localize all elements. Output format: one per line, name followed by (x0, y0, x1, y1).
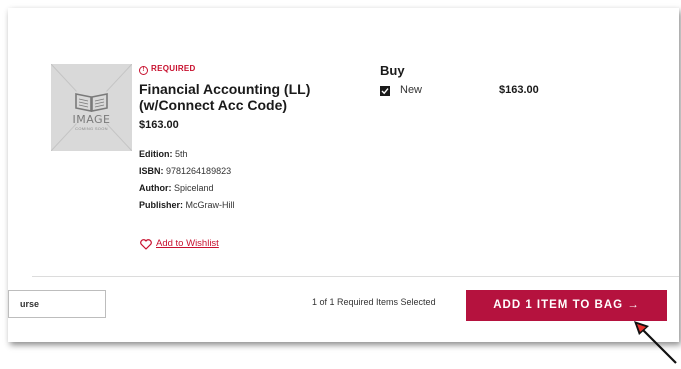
detail-label: Author: (139, 183, 172, 193)
detail-value: 9781264189823 (166, 166, 232, 176)
required-items-selected-status: 1 of 1 Required Items Selected (312, 297, 436, 307)
detail-edition: Edition: 5th (139, 149, 188, 159)
buy-heading: Buy (380, 63, 405, 78)
heart-icon (140, 239, 152, 250)
detail-label: Edition: (139, 149, 173, 159)
detail-label: Publisher: (139, 200, 184, 210)
detail-publisher: Publisher: McGraw-Hill (139, 200, 235, 210)
open-book-icon (75, 93, 108, 112)
detail-value: Spiceland (174, 183, 214, 193)
book-price: $163.00 (139, 119, 179, 131)
detail-value: McGraw-Hill (185, 200, 235, 210)
new-condition-price: $163.00 (499, 84, 539, 96)
detail-value: 5th (175, 149, 188, 159)
wishlist-label[interactable]: Add to Wishlist (156, 238, 219, 249)
divider (32, 276, 679, 277)
course-materials-card: IMAGE COMING SOON ! REQUIRED Financial Ac… (8, 8, 679, 342)
book-thumbnail: IMAGE COMING SOON (51, 64, 132, 151)
required-label: REQUIRED (151, 64, 196, 73)
checkmark-icon (381, 88, 389, 95)
exclamation-circle-icon: ! (139, 66, 148, 75)
new-condition-checkbox[interactable] (380, 86, 390, 96)
required-badge: ! REQUIRED (139, 64, 196, 75)
detail-label: ISBN: (139, 166, 164, 176)
image-placeholder-word: IMAGE (72, 113, 111, 126)
new-condition-label: New (400, 84, 423, 96)
course-button[interactable]: urse (8, 290, 106, 318)
detail-isbn: ISBN: 9781264189823 (139, 166, 231, 176)
book-title: Financial Accounting (LL) (w/Connect Acc… (139, 81, 311, 113)
image-placeholder-subtext: COMING SOON (75, 126, 108, 131)
pointer-arrow-annotation (634, 321, 677, 364)
detail-author: Author: Spiceland (139, 183, 214, 193)
